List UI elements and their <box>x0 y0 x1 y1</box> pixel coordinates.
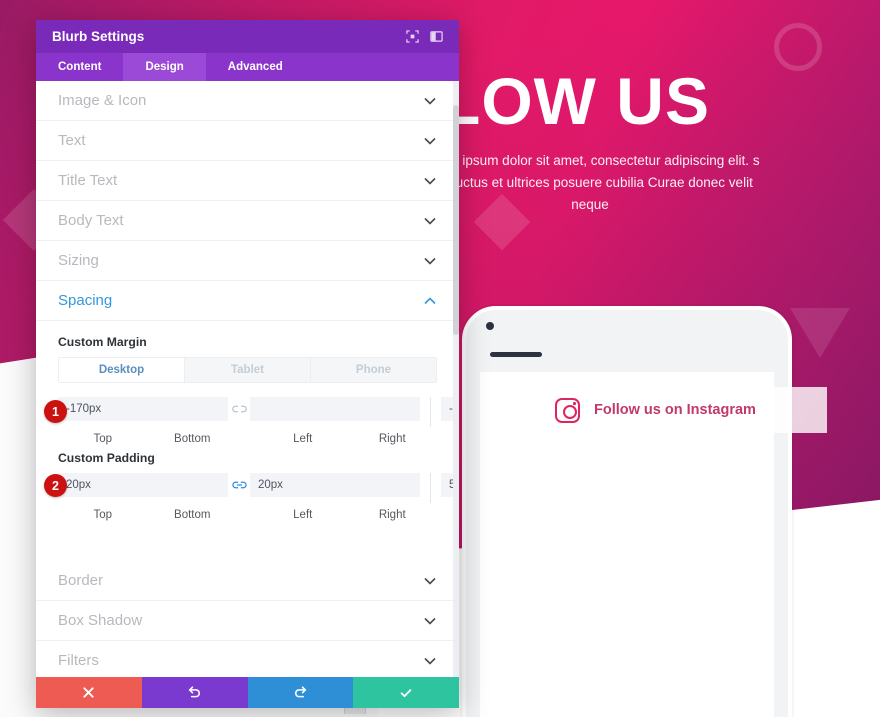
spacing-panel: Custom Margin Desktop Tablet Phone 1 -17… <box>36 321 459 539</box>
chevron-down-icon <box>423 254 437 268</box>
hero-paragraph-line-3: neque <box>571 197 609 212</box>
margin-top-input[interactable] <box>58 397 228 421</box>
tab-content[interactable]: Content <box>36 53 123 81</box>
section-body-text[interactable]: Body Text <box>36 201 459 241</box>
custom-padding-label: Custom Padding <box>58 451 155 465</box>
section-filters[interactable]: Filters <box>36 641 459 677</box>
expand-icon[interactable] <box>401 26 423 48</box>
device-tab-phone[interactable]: Phone <box>311 358 436 382</box>
caption-right: Right <box>378 433 406 445</box>
device-tab-desktop[interactable]: Desktop <box>59 358 185 382</box>
phone-mockup <box>462 306 792 717</box>
decor-circle-outline-icon <box>774 23 822 71</box>
chevron-up-icon <box>423 294 437 308</box>
margin-bottom-input[interactable] <box>250 397 420 421</box>
modal-scroll-area[interactable]: Image & Icon Text Title Text Body Text S… <box>36 81 459 677</box>
padding-captions: Top Bottom Left Right <box>58 509 437 521</box>
padding-inputs-row <box>58 473 459 503</box>
padding-top-input[interactable] <box>58 473 228 497</box>
margin-captions: Top Bottom Left Right <box>58 433 437 445</box>
tab-design[interactable]: Design <box>123 53 206 81</box>
chevron-down-icon <box>423 614 437 628</box>
section-border[interactable]: Border <box>36 561 459 601</box>
section-sizing[interactable]: Sizing <box>36 241 459 281</box>
modal-titlebar[interactable]: Blurb Settings <box>36 20 459 53</box>
section-label: Body Text <box>58 212 124 229</box>
custom-margin-label: Custom Margin <box>58 335 147 349</box>
section-label: Border <box>58 572 104 589</box>
caption-top: Top <box>93 433 113 445</box>
modal-scrollbar-track[interactable] <box>453 81 459 677</box>
phone-camera-icon <box>486 322 494 330</box>
divider <box>430 397 431 427</box>
blurb-settings-modal: Blurb Settings Content Design Advanced I… <box>36 20 459 708</box>
section-label: Filters <box>58 652 99 669</box>
section-label: Spacing <box>58 292 113 309</box>
instagram-blurb[interactable]: Follow us on Instagram <box>527 387 827 433</box>
chevron-down-icon <box>423 174 437 188</box>
link-connected-icon[interactable] <box>228 480 250 490</box>
instagram-icon <box>555 397 580 423</box>
section-image-and-icon[interactable]: Image & Icon <box>36 81 459 121</box>
chevron-down-icon <box>423 134 437 148</box>
instagram-blurb-label: Follow us on Instagram <box>594 402 756 418</box>
chevron-down-icon <box>423 654 437 668</box>
device-tab-tablet[interactable]: Tablet <box>185 358 311 382</box>
section-label: Text <box>58 132 86 149</box>
chevron-down-icon <box>423 214 437 228</box>
hero-title: LOW US <box>440 64 710 138</box>
section-label: Box Shadow <box>58 612 143 629</box>
modal-body: Image & Icon Text Title Text Body Text S… <box>36 81 459 677</box>
chevron-down-icon <box>423 94 437 108</box>
tab-advanced[interactable]: Advanced <box>206 53 305 81</box>
modal-title: Blurb Settings <box>52 29 145 44</box>
modal-tabbar: Content Design Advanced <box>36 53 459 81</box>
layout-toggle-icon[interactable] <box>425 26 447 48</box>
hero-paragraph: Lorem ipsum dolor sit amet, consectetur … <box>420 150 760 216</box>
chevron-down-icon <box>423 574 437 588</box>
undo-button[interactable] <box>141 677 248 708</box>
divider <box>430 473 431 503</box>
section-title-text[interactable]: Title Text <box>36 161 459 201</box>
step-badge-2: 2 <box>44 474 67 497</box>
section-label: Title Text <box>58 172 118 189</box>
section-label: Image & Icon <box>58 92 147 109</box>
decor-triangle-outline-icon <box>790 308 850 358</box>
section-text[interactable]: Text <box>36 121 459 161</box>
caption-top: Top <box>93 509 113 521</box>
section-spacing[interactable]: Spacing <box>36 281 459 321</box>
device-preview-tabs: Desktop Tablet Phone <box>58 357 437 383</box>
modal-scrollbar-thumb[interactable] <box>453 105 459 335</box>
save-button[interactable] <box>353 677 459 708</box>
caption-bottom: Bottom <box>174 433 211 445</box>
cancel-button[interactable] <box>36 677 142 708</box>
caption-right: Right <box>378 509 406 521</box>
caption-left: Left <box>293 509 313 521</box>
phone-speaker-icon <box>490 352 542 357</box>
hero-paragraph-line-1: Lorem ipsum dolor sit amet, consectetur … <box>420 153 750 168</box>
padding-bottom-input[interactable] <box>250 473 420 497</box>
link-broken-icon[interactable] <box>228 404 250 414</box>
modal-footer <box>36 677 459 708</box>
margin-inputs-row <box>58 397 459 427</box>
redo-button[interactable] <box>247 677 354 708</box>
caption-bottom: Bottom <box>174 509 211 521</box>
step-badge-1: 1 <box>44 400 67 423</box>
section-box-shadow[interactable]: Box Shadow <box>36 601 459 641</box>
caption-left: Left <box>293 433 313 445</box>
section-label: Sizing <box>58 252 99 269</box>
